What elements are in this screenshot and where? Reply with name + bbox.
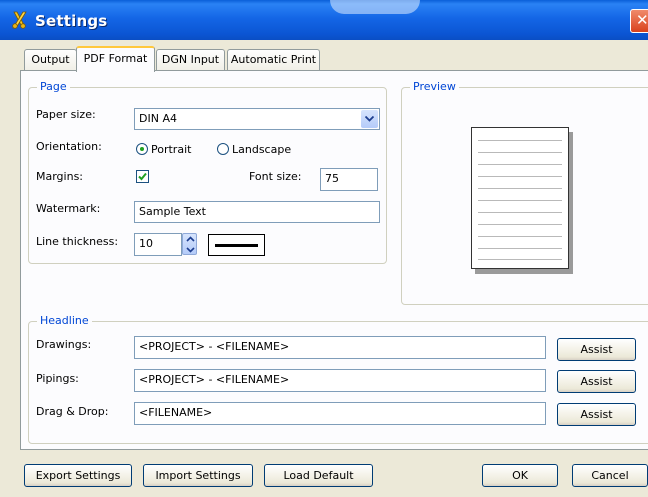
title-bar-glow <box>330 0 420 14</box>
drawings-field[interactable]: <PROJECT> - <FILENAME> <box>134 336 546 359</box>
preview-line <box>478 212 562 213</box>
close-button[interactable]: ✕ <box>630 9 648 33</box>
preview-line <box>478 259 562 260</box>
spinner-down-icon <box>186 247 195 253</box>
font-size-field[interactable]: 75 <box>320 168 378 191</box>
watermark-field[interactable]: Sample Text <box>134 201 380 223</box>
line-thickness-sample <box>208 234 265 256</box>
headline-group: Headline Drawings: <PROJECT> - <FILENAME… <box>28 314 648 444</box>
preview-line <box>478 140 562 141</box>
margins-checkbox[interactable] <box>136 170 149 183</box>
group-legend: Headline <box>37 314 92 327</box>
tab-output[interactable]: Output <box>24 49 77 71</box>
paper-size-label: Paper size: <box>36 108 96 121</box>
preview-line <box>478 164 562 165</box>
cancel-button[interactable]: Cancel <box>572 464 648 487</box>
drawings-label: Drawings: <box>36 338 92 351</box>
group-legend: Preview <box>410 80 459 93</box>
portrait-radio[interactable] <box>136 143 148 155</box>
orientation-label: Orientation: <box>36 140 102 153</box>
watermark-label: Watermark: <box>36 202 101 215</box>
drag-drop-assist-button[interactable]: Assist <box>557 403 636 426</box>
thickness-line <box>215 244 258 247</box>
preview-line <box>478 188 562 189</box>
drag-drop-label: Drag & Drop: <box>36 405 109 418</box>
landscape-radio[interactable] <box>217 143 229 155</box>
pipings-label: Pipings: <box>36 372 79 385</box>
tab-panel: Page Paper size: DIN A4 Orientation: Por… <box>20 70 648 450</box>
preview-page <box>471 127 569 269</box>
load-default-button[interactable]: Load Default <box>264 464 373 487</box>
page-group: Page Paper size: DIN A4 Orientation: Por… <box>28 80 387 264</box>
tab-pdf-format[interactable]: PDF Format <box>76 46 155 72</box>
export-settings-button[interactable]: Export Settings <box>24 464 132 487</box>
landscape-label[interactable]: Landscape <box>232 143 291 156</box>
line-thickness-label: Line thickness: <box>36 235 119 248</box>
preview-group: Preview <box>401 80 648 305</box>
pipings-field[interactable]: <PROJECT> - <FILENAME> <box>134 369 546 392</box>
tab-label: PDF Format <box>83 52 148 65</box>
tab-label: Output <box>31 53 70 66</box>
line-thickness-field[interactable]: 10 <box>134 233 182 256</box>
tab-label: DGN Input <box>161 53 220 66</box>
preview-line <box>478 200 562 201</box>
ok-button[interactable]: OK <box>482 464 558 487</box>
checkmark-icon <box>138 172 147 181</box>
app-icon <box>11 11 27 29</box>
group-legend: Page <box>37 80 70 93</box>
chevron-down-icon[interactable] <box>361 110 378 128</box>
portrait-label[interactable]: Portrait <box>151 143 191 156</box>
tab-dgn-input[interactable]: DGN Input <box>156 49 225 71</box>
window-title: Settings <box>35 12 108 30</box>
preview-line <box>478 152 562 153</box>
preview-line <box>478 224 562 225</box>
tab-label: Automatic Print <box>230 53 317 66</box>
paper-size-value: DIN A4 <box>139 112 177 125</box>
paper-size-select[interactable]: DIN A4 <box>134 108 380 130</box>
preview-line <box>478 248 562 249</box>
margins-label: Margins: <box>36 170 84 183</box>
line-thickness-spinner[interactable] <box>182 233 197 255</box>
drag-drop-field[interactable]: <FILENAME> <box>134 402 546 425</box>
preview-line <box>478 176 562 177</box>
settings-window: Settings ✕ Output PDF Format DGN Input A… <box>0 0 648 497</box>
preview-line <box>478 236 562 237</box>
drawings-assist-button[interactable]: Assist <box>557 338 636 361</box>
tab-automatic-print[interactable]: Automatic Print <box>227 49 320 71</box>
spinner-up-icon <box>186 236 195 242</box>
title-bar[interactable]: Settings ✕ <box>0 0 648 40</box>
pipings-assist-button[interactable]: Assist <box>557 370 636 393</box>
radio-selected-dot <box>140 147 144 151</box>
close-icon: ✕ <box>636 11 648 29</box>
import-settings-button[interactable]: Import Settings <box>143 464 253 487</box>
font-size-label: Font size: <box>249 170 302 183</box>
